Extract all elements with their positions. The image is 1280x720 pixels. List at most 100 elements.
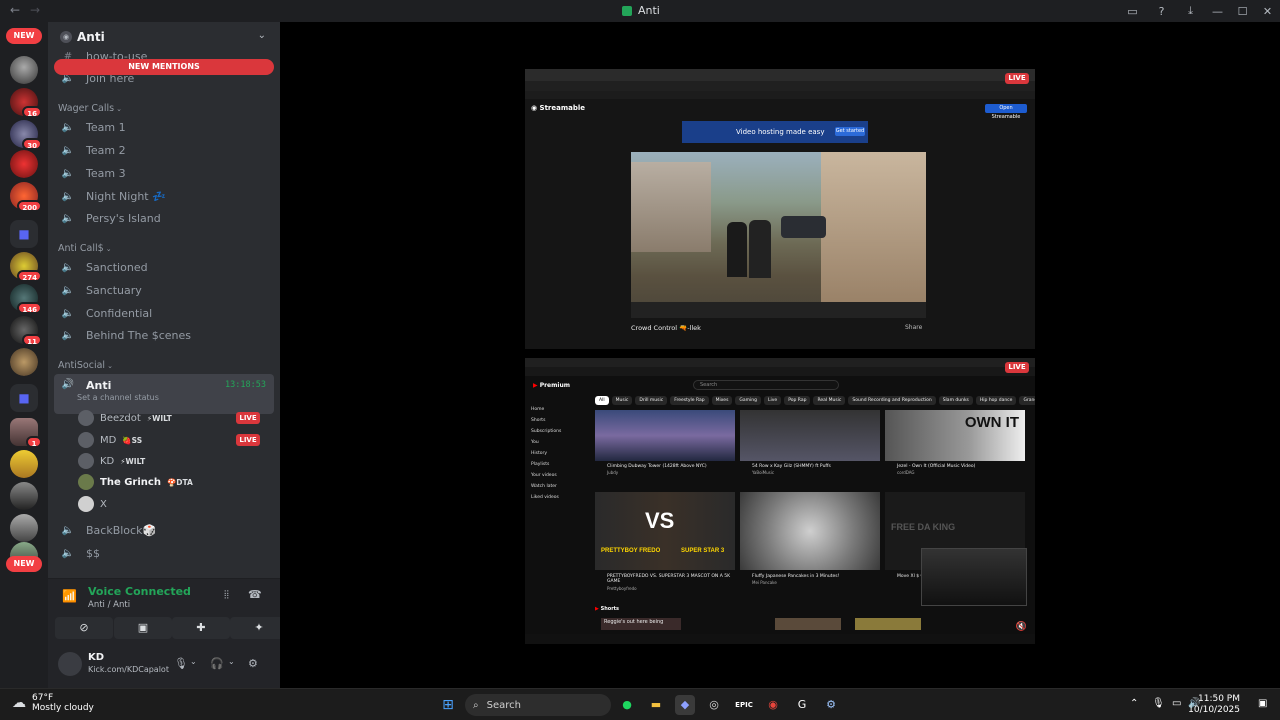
download-icon[interactable]: ⤓ — [1176, 4, 1205, 18]
category-chip[interactable]: Live — [764, 396, 782, 405]
category-chip[interactable]: Gaming — [735, 396, 762, 405]
noise-suppression-icon[interactable]: ⦙⦙ — [224, 588, 229, 602]
channel-team-3[interactable]: 🔈 Team 3 — [54, 162, 274, 184]
camera-off-button[interactable]: ⊘ — [55, 617, 113, 639]
minimize-button[interactable]: — — [1205, 5, 1230, 18]
video-channel[interactable]: Mei Pancake — [752, 580, 872, 585]
category-chip[interactable]: Hip hop dance — [975, 396, 1017, 405]
stream-tile-youtube[interactable]: ▶ Premium Search All Music Drill music Free… — [525, 358, 1035, 644]
folder-icon[interactable]: ■ — [10, 220, 38, 248]
voice-location[interactable]: Anti / Anti — [88, 600, 130, 610]
video-thumbnail[interactable]: VS PRETTYBOY FREDO SUPER STAR 3 — [595, 492, 735, 570]
category-chip[interactable]: Freestyle Rap — [670, 396, 709, 405]
shorts-thumbnail[interactable] — [855, 618, 921, 630]
chevron-up-icon[interactable]: ⌃ — [1130, 698, 1138, 709]
new-indicator-bottom[interactable]: NEW — [6, 556, 42, 572]
video-thumbnail[interactable] — [595, 410, 735, 461]
spotify-icon[interactable]: ● — [617, 695, 637, 715]
server-icon[interactable]: 200 — [10, 182, 42, 212]
notification-icon[interactable]: ▣ — [1258, 698, 1267, 709]
youtube-nav-item[interactable]: Home — [531, 404, 591, 415]
miniplayer[interactable] — [921, 548, 1027, 606]
channel-night-night[interactable]: 🔈 Night Night 💤 — [54, 185, 274, 207]
game-video-player[interactable] — [631, 152, 926, 318]
category-chip[interactable]: Drill music — [635, 396, 668, 405]
server-icon[interactable]: 30 — [10, 120, 42, 150]
epic-games-icon[interactable]: EPIC — [734, 695, 754, 715]
video-controls[interactable] — [631, 302, 926, 318]
voice-user[interactable]: Beezdot ⚡WILT LIVE — [78, 408, 268, 428]
channel-sanctuary[interactable]: 🔈 Sanctuary — [54, 279, 274, 301]
category-chip[interactable]: All — [595, 396, 609, 405]
server-icon[interactable]: 1 — [10, 418, 42, 448]
youtube-nav-item[interactable]: Watch later — [531, 481, 591, 492]
app-g-icon[interactable]: G — [792, 695, 812, 715]
get-started-button[interactable]: Get started — [835, 127, 865, 136]
category-chip[interactable]: Slam dunks — [938, 396, 973, 405]
video-thumbnail[interactable] — [740, 410, 880, 461]
voice-user[interactable]: MD 🍓SS LIVE — [78, 430, 268, 450]
microphone-icon[interactable]: 🎙 — [174, 657, 188, 670]
chevron-down-icon[interactable]: ⌄ — [228, 657, 235, 666]
weather-widget[interactable]: ☁ 67°F Mostly cloudy — [12, 693, 94, 713]
video-thumbnail[interactable] — [740, 492, 880, 570]
server-icon[interactable] — [10, 56, 38, 84]
video-title[interactable]: Jezel - Own It (Official Music Video) — [897, 464, 1017, 469]
maximize-button[interactable]: ☐ — [1230, 5, 1255, 18]
video-channel[interactable]: cordDAG — [897, 470, 1017, 475]
forward-arrow-icon[interactable]: → — [30, 3, 40, 17]
close-button[interactable]: ✕ — [1255, 5, 1280, 18]
avatar[interactable] — [58, 652, 82, 676]
server-icon[interactable] — [10, 514, 38, 542]
video-title[interactable]: Fluffy Japanese Pancakes in 3 Minutes! — [752, 574, 872, 579]
category-chip[interactable]: Pop Rap — [784, 396, 811, 405]
server-icon[interactable]: 11 — [10, 316, 42, 346]
open-streamable-button[interactable]: Open Streamable — [985, 104, 1027, 120]
chrome-icon[interactable]: ◉ — [763, 695, 783, 715]
voice-status[interactable]: Voice Connected — [88, 585, 191, 598]
folder-icon[interactable]: ■ — [10, 384, 38, 412]
voice-user[interactable]: X — [78, 494, 268, 514]
server-icon[interactable]: 16 — [10, 88, 42, 118]
category-chip[interactable]: Mixes — [711, 396, 733, 405]
disconnect-icon[interactable]: ☎ — [248, 588, 262, 601]
youtube-search-input[interactable]: Search — [693, 380, 839, 390]
channel-persys-island[interactable]: 🔈 Persy's Island — [54, 207, 274, 229]
chevron-down-icon[interactable]: ⌄ — [190, 657, 197, 666]
video-channel[interactable]: Prettyboyfredo — [607, 586, 727, 591]
gear-icon[interactable]: ⚙ — [248, 657, 258, 670]
server-icon[interactable] — [10, 482, 38, 510]
steam-icon[interactable]: ⚙ — [821, 695, 841, 715]
server-icon[interactable]: 274 — [10, 252, 42, 282]
inbox-icon[interactable]: ▭ — [1118, 5, 1147, 18]
category-antisocial[interactable]: AntiSocial ⌄ — [58, 360, 113, 371]
youtube-logo[interactable]: ▶ Premium — [533, 382, 570, 389]
youtube-nav-item[interactable]: Your videos — [531, 470, 591, 481]
microphone-icon[interactable]: 🎙 — [1152, 698, 1165, 709]
video-title[interactable]: Climbing Dubway Tower (1428ft Above NYC) — [607, 464, 727, 469]
back-arrow-icon[interactable]: ← — [10, 3, 20, 17]
channel-dollars[interactable]: 🔈 $$ — [54, 542, 274, 564]
discord-icon[interactable]: ◆ — [675, 695, 695, 715]
video-channel[interactable]: Jubdy — [607, 470, 727, 475]
shorts-thumbnail[interactable]: Reggie's out here being — [601, 618, 681, 630]
screen-share-button[interactable]: ▣ — [114, 617, 172, 639]
shorts-thumbnail[interactable] — [775, 618, 841, 630]
voice-user[interactable]: KD ⚡WILT — [78, 451, 268, 471]
help-icon[interactable]: ? — [1147, 5, 1176, 18]
youtube-nav-item[interactable]: Playlists — [531, 459, 591, 470]
app-icon[interactable]: ◎ — [704, 695, 724, 715]
taskbar-clock[interactable]: 11:50 PM 10/10/2025 — [1188, 694, 1240, 716]
channel-team-2[interactable]: 🔈 Team 2 — [54, 139, 274, 161]
activity-button[interactable]: ✚ — [172, 617, 230, 639]
channel-confidential[interactable]: 🔈 Confidential — [54, 302, 274, 324]
channel-status[interactable]: Set a channel status — [77, 393, 159, 402]
category-chip[interactable]: Sound Recording and Reproduction — [848, 396, 936, 405]
channel-sanctioned[interactable]: 🔈 Sanctioned — [54, 256, 274, 278]
windows-start-icon[interactable]: ⊞ — [438, 695, 458, 715]
category-wager-calls[interactable]: Wager Calls ⌄ — [58, 103, 122, 114]
user-display-name[interactable]: KD — [88, 652, 104, 663]
video-title[interactable]: 54 Row x Kay Gilz (SHMMY) ft Puffs — [752, 464, 872, 469]
video-thumbnail[interactable]: OWN IT — [885, 410, 1025, 461]
voice-user[interactable]: The Grinch 🍄DTA — [78, 472, 268, 492]
